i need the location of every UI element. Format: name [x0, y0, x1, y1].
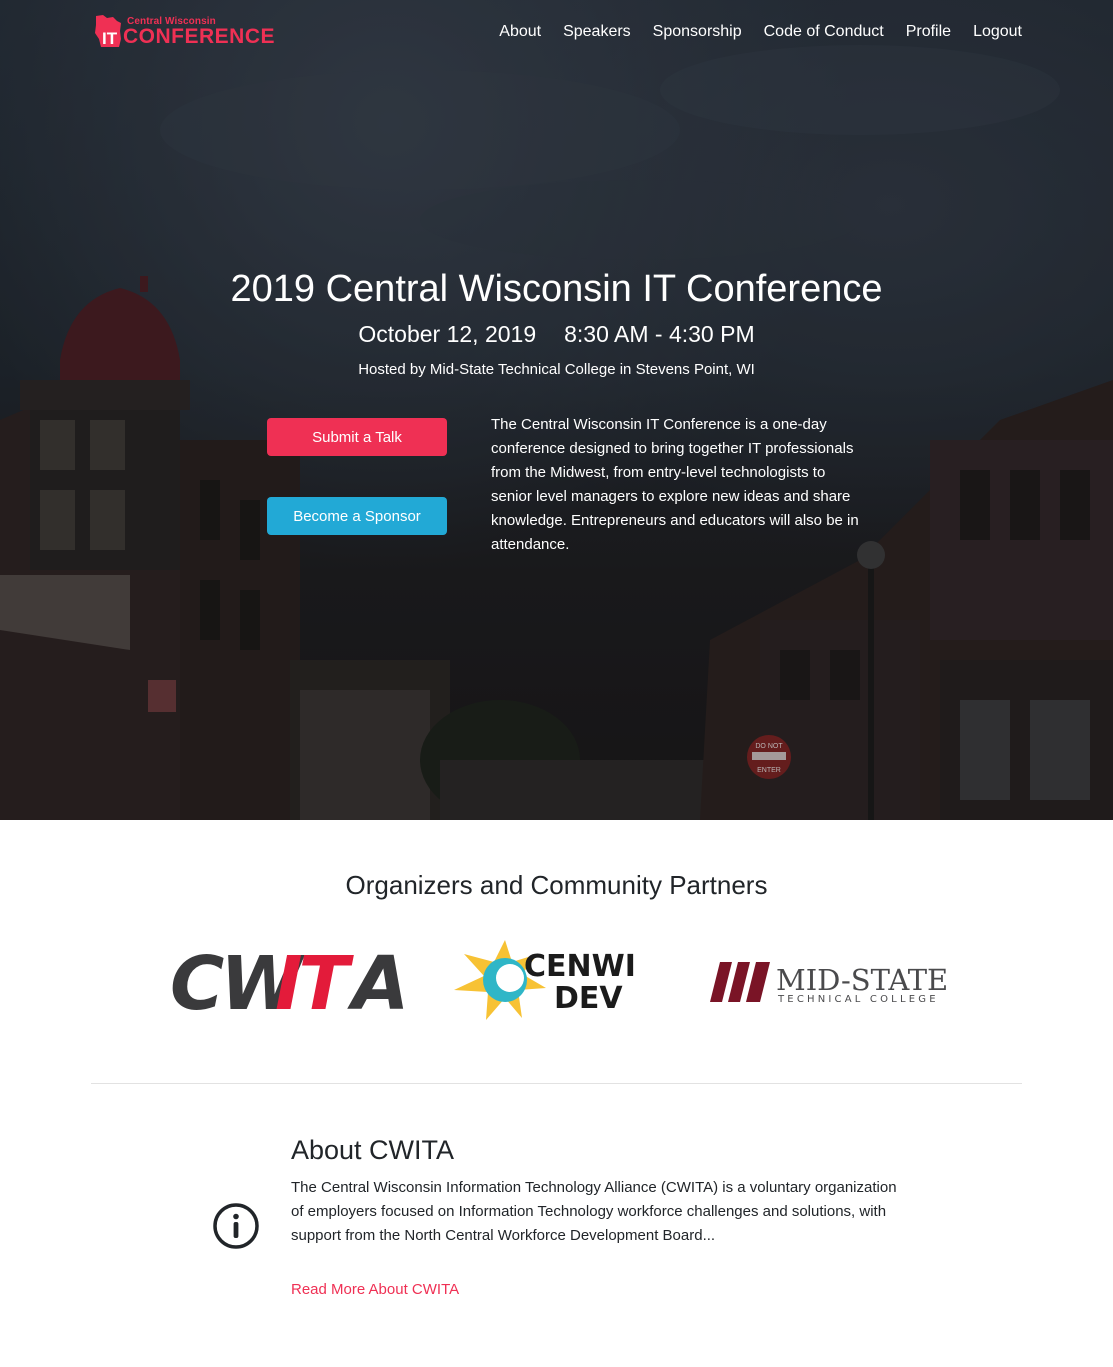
hero-description: The Central Wisconsin IT Conference is a… [491, 416, 859, 553]
cwita-logo-text-a: A [347, 945, 409, 1017]
about-text: The Central Wisconsin Information Techno… [291, 1179, 897, 1244]
partners-title: Organizers and Community Partners [345, 870, 768, 900]
cwita-logo-text-it: IT [275, 945, 355, 1017]
wisconsin-logo-icon: IT [95, 15, 121, 48]
nav-profile[interactable]: Profile [906, 23, 951, 41]
become-sponsor-button[interactable]: Become a Sponsor [267, 497, 447, 535]
mid-state-logo-text: MID-STATE [776, 963, 946, 997]
cwita-logo[interactable]: CW IT A [170, 945, 412, 1017]
technical-college-logo-text: TECHNICAL COLLEGE [777, 994, 939, 1005]
hero-time: 8:30 AM - 4:30 PM [564, 321, 755, 347]
hero-host: Hosted by Mid-State Technical College in… [358, 361, 755, 378]
hero-section: DO NOT ENTER IT Central Wisconsin CONFER… [0, 0, 1113, 820]
mid-state-logo[interactable]: MID-STATE TECHNICAL COLLEGE [710, 958, 946, 1006]
dev-logo-text: DEV [554, 981, 623, 1016]
about-title: About CWITA [291, 1135, 455, 1165]
nav-logout[interactable]: Logout [973, 23, 1022, 41]
nav-speakers[interactable]: Speakers [563, 23, 631, 41]
hero-date: October 12, 2019 [358, 321, 537, 347]
main-nav: About Speakers Sponsorship Code of Condu… [499, 23, 1022, 41]
section-divider [91, 1083, 1022, 1084]
cenwi-logo-text: CENWI [524, 949, 636, 984]
logo-it-text: IT [102, 29, 118, 48]
nav-about[interactable]: About [499, 23, 541, 41]
site-logo[interactable]: IT Central Wisconsin CONFERENCE [93, 13, 276, 49]
nav-code-of-conduct[interactable]: Code of Conduct [764, 23, 884, 41]
logo-big-text: CONFERENCE [123, 25, 276, 48]
info-icon [213, 1203, 259, 1249]
submit-talk-button[interactable]: Submit a Talk [267, 418, 447, 456]
cenwi-dev-logo[interactable]: CENWI DEV [450, 936, 655, 1024]
hero-overlay [0, 0, 1113, 820]
hero-date-time: October 12, 2019 8:30 AM - 4:30 PM [0, 321, 1113, 348]
hero-title: 2019 Central Wisconsin IT Conference [230, 268, 883, 310]
read-more-cwita-link[interactable]: Read More About CWITA [291, 1281, 459, 1298]
nav-sponsorship[interactable]: Sponsorship [653, 23, 742, 41]
